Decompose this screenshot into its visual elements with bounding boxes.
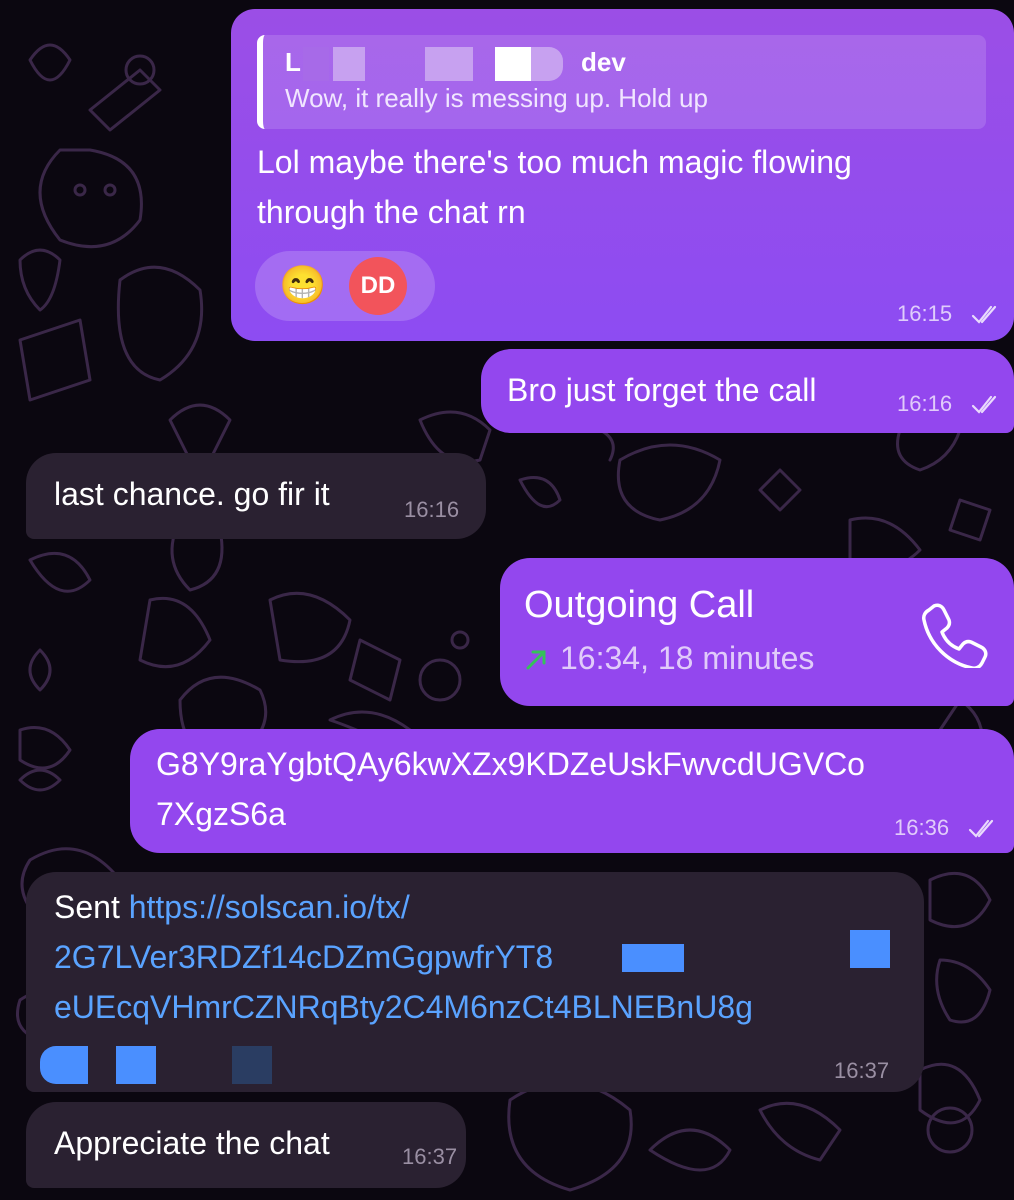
message-time: 16:37 (402, 1144, 458, 1169)
double-check-icon (968, 819, 994, 838)
message-time: 16:37 (834, 1058, 890, 1083)
message-text-line: 7XgzS6a (156, 796, 286, 832)
reply-sender-name: L dev (285, 47, 885, 81)
double-check-icon (971, 395, 997, 414)
reply-name-prefix: L (285, 47, 301, 77)
transaction-link[interactable]: https://solscan.io/tx/ (129, 889, 410, 925)
reply-text: Wow, it really is messing up. Hold up (285, 83, 708, 113)
message-text-line: through the chat rn (257, 194, 526, 230)
redaction-block (40, 1046, 88, 1084)
outgoing-call-bubble[interactable]: Outgoing Call 16:34, 18 minutes (500, 558, 1014, 706)
grinning-emoji-reaction: 😁 (279, 265, 327, 307)
outgoing-message-bubble[interactable]: G8Y9raYgbtQAy6kwXZx9KDZeUskFwvcdUGVCo 7X… (130, 729, 1014, 853)
redaction-block (303, 47, 329, 81)
message-text-line: Lol maybe there's too much magic flowing (257, 144, 852, 180)
message-text: last chance. go fir it (54, 476, 330, 512)
reply-preview[interactable]: L dev Wow, it really is messing up. Hold… (257, 35, 986, 129)
message-text-line: G8Y9raYgbtQAy6kwXZx9KDZeUskFwvcdUGVCo (156, 746, 865, 782)
redaction-block (622, 944, 684, 972)
message-time: 16:16 (897, 391, 953, 416)
call-detail: 16:34, 18 minutes (560, 640, 815, 676)
sent-label: Sent (54, 889, 129, 925)
redaction-block (425, 47, 473, 81)
message-text: G8Y9raYgbtQAy6kwXZx9KDZeUskFwvcdUGVCo 7X… (156, 739, 865, 839)
reply-name-suffix: dev (581, 47, 626, 77)
outgoing-arrow-icon (526, 650, 546, 670)
redaction-block (116, 1046, 156, 1084)
double-check-icon (971, 305, 997, 324)
incoming-message-bubble[interactable]: last chance. go fir it 16:16 (26, 453, 486, 539)
redaction-block (232, 1046, 272, 1084)
redaction-block (495, 47, 531, 81)
message-time: 16:15 (897, 301, 953, 326)
reactor-avatar: DD (349, 257, 407, 315)
call-title: Outgoing Call (524, 584, 755, 626)
message-text: Lol maybe there's too much magic flowing… (257, 137, 997, 237)
message-time: 16:36 (894, 815, 950, 840)
phone-icon[interactable] (918, 598, 988, 668)
message-text: Bro just forget the call (507, 372, 817, 408)
message-text: Appreciate the chat (54, 1125, 330, 1161)
redaction-block (531, 47, 563, 81)
message-time: 16:16 (404, 497, 460, 522)
incoming-message-bubble[interactable]: Sent https://solscan.io/tx/ 2G7LVer3RDZf… (26, 872, 924, 1092)
transaction-link[interactable]: eUEcqVHmrCZNRqBty2C4M6nzCt4BLNEBnU8g (54, 982, 753, 1032)
redaction-block (333, 47, 365, 81)
reaction-chip[interactable]: 😁 DD (255, 251, 435, 321)
redaction-block (850, 930, 890, 968)
outgoing-message-bubble[interactable]: Bro just forget the call 16:16 (481, 349, 1014, 433)
outgoing-message-bubble[interactable]: L dev Wow, it really is messing up. Hold… (231, 9, 1014, 341)
message-text-line: Sent https://solscan.io/tx/ (54, 882, 753, 932)
incoming-message-bubble[interactable]: Appreciate the chat 16:37 (26, 1102, 466, 1188)
